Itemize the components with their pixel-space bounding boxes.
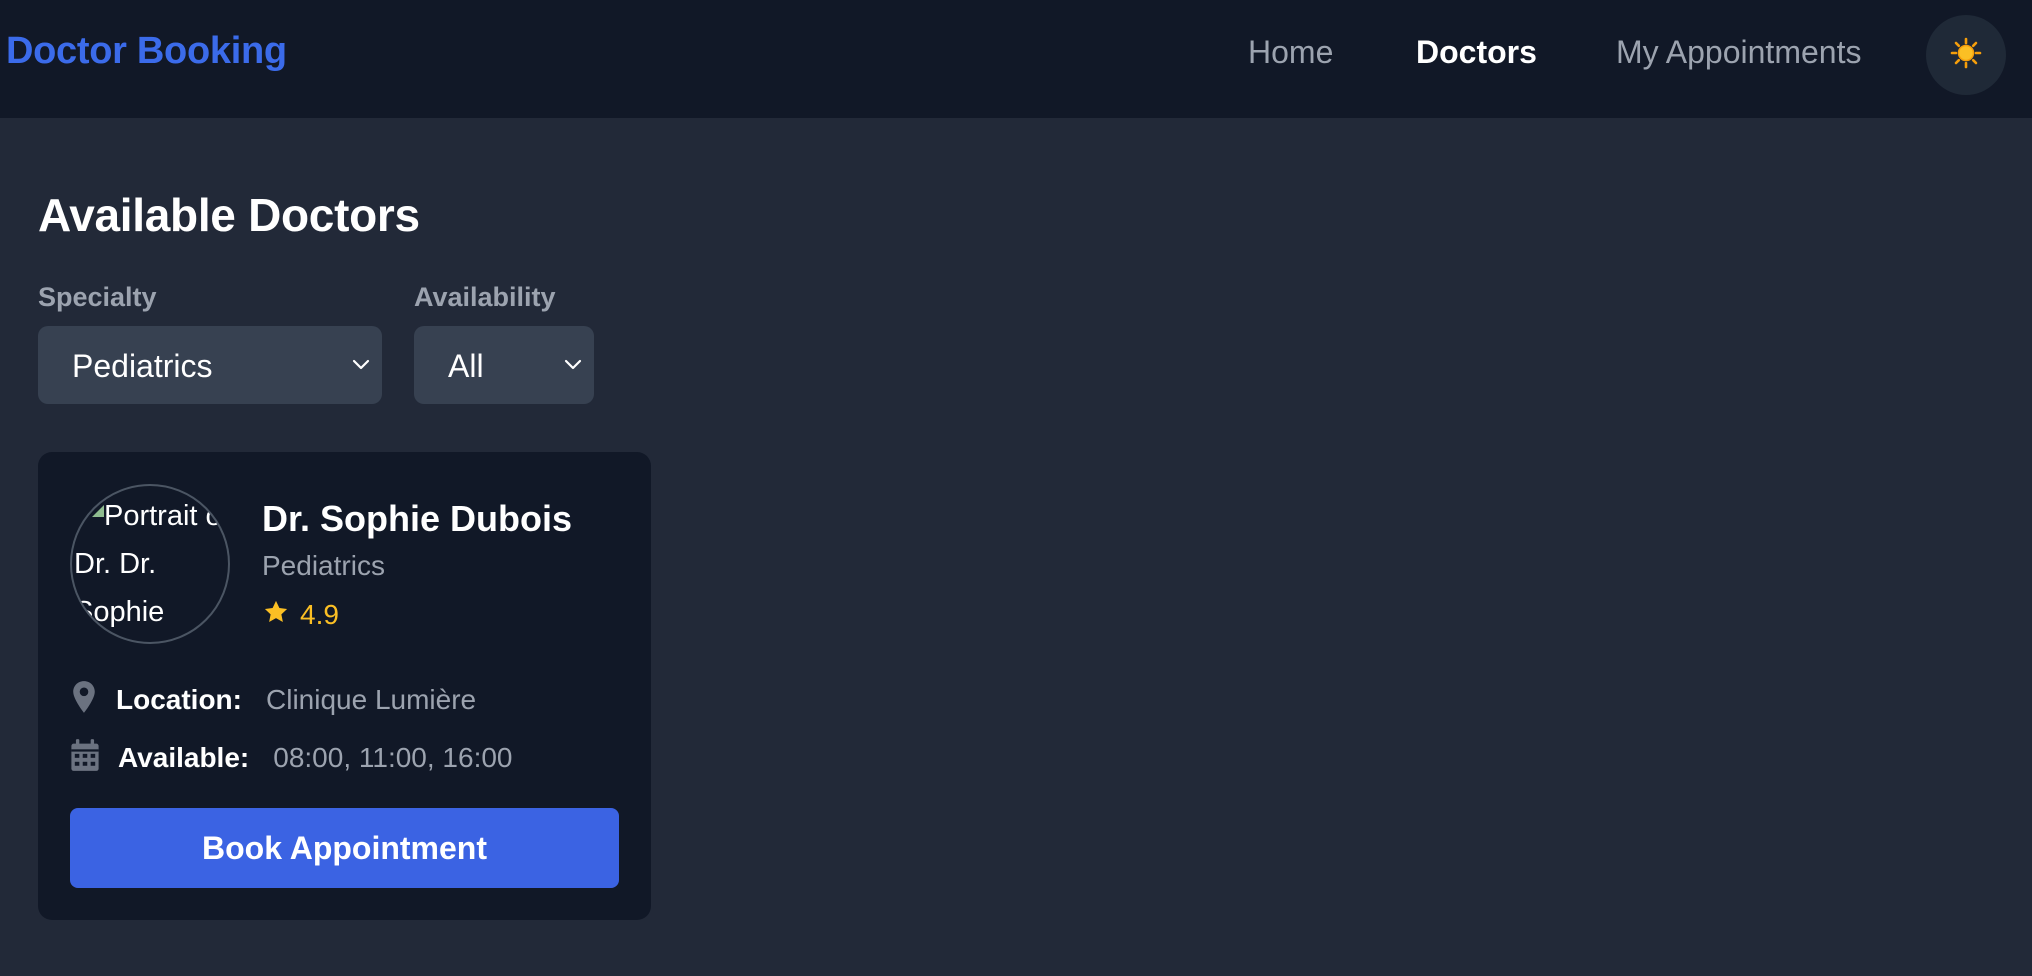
available-label: Available: [118, 741, 250, 773]
available-times: 08:00, 11:00, 16:00 [273, 741, 513, 773]
doctor-rating: 4.9 [262, 598, 339, 631]
chevron-down-icon [562, 356, 584, 377]
sun-icon [1950, 37, 1982, 74]
avatar-alt-text: Portrait of Dr. Dr. Sophie [74, 500, 230, 628]
map-pin-icon [70, 680, 98, 719]
rating-value: 4.9 [300, 598, 339, 630]
specialty-select[interactable]: Pediatrics [38, 326, 382, 404]
star-icon [262, 598, 290, 631]
top-navbar: Doctor Booking Home Doctors My Appointme… [0, 0, 2032, 118]
availability-filter-label: Availability [414, 282, 556, 312]
availability-select[interactable]: All [414, 326, 594, 404]
nav-link-home[interactable]: Home [1248, 34, 1333, 71]
specialty-select-value: Pediatrics [72, 348, 213, 384]
doctor-avatar: Portrait of Dr. Dr. Sophie [70, 484, 230, 644]
doctor-card: Portrait of Dr. Dr. Sophie Dr. Sophie Du… [38, 452, 651, 920]
specialty-filter-label: Specialty [38, 282, 157, 312]
calendar-icon [70, 738, 100, 777]
location-value: Clinique Lumière [266, 683, 477, 715]
doctor-name: Dr. Sophie Dubois [262, 498, 573, 539]
theme-toggle-button[interactable] [1926, 15, 2006, 95]
chevron-down-icon [350, 356, 372, 377]
nav-link-doctors[interactable]: Doctors [1416, 34, 1537, 71]
book-appointment-button[interactable]: Book Appointment [70, 808, 619, 888]
availability-select-value: All [448, 348, 484, 384]
location-label: Location: [116, 683, 242, 715]
location-row: Location: Clinique Lumière [70, 680, 476, 719]
brand-logo[interactable]: Doctor Booking [6, 30, 287, 73]
nav-link-my-appointments[interactable]: My Appointments [1616, 34, 1861, 71]
availability-row: Available: 08:00, 11:00, 16:00 [70, 738, 513, 777]
page-title: Available Doctors [38, 189, 420, 241]
doctor-specialty: Pediatrics [262, 550, 385, 581]
